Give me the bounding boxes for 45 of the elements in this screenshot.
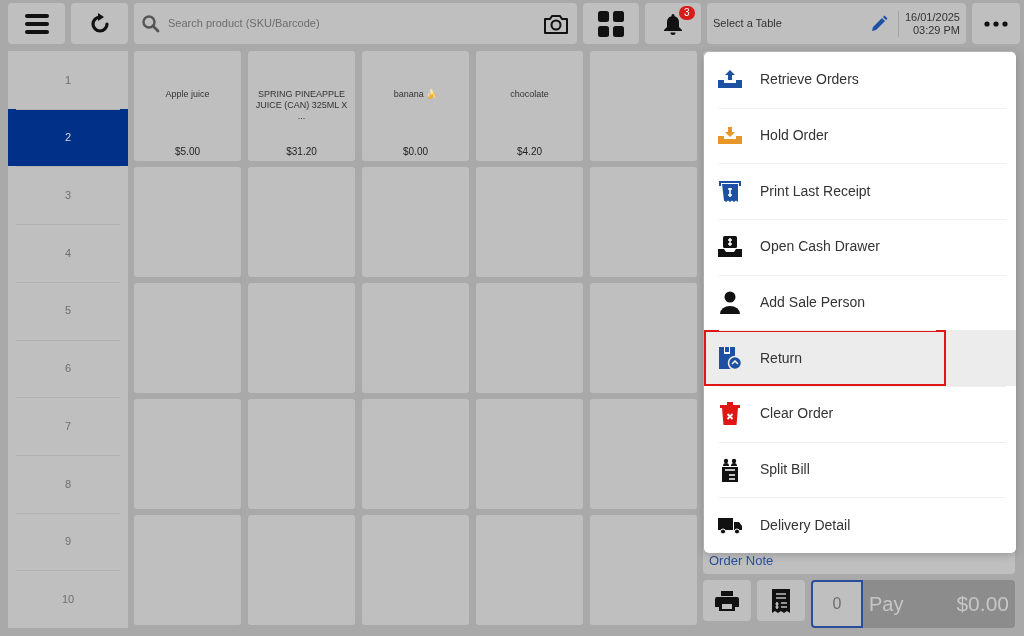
box-return-icon [718, 346, 742, 371]
pencil-icon [869, 14, 888, 33]
menu-icon [24, 13, 49, 34]
notifications-button[interactable]: 3 [645, 3, 701, 44]
empty-tile[interactable] [590, 51, 697, 161]
camera-icon [543, 12, 569, 35]
notification-count: 3 [679, 6, 695, 20]
more-button[interactable] [972, 3, 1020, 44]
menu-item[interactable]: Open Cash Drawer [704, 219, 1016, 275]
cash-drawer-icon [718, 234, 742, 259]
product-tile[interactable]: chocolate $4.20 [476, 51, 583, 161]
receipt-button[interactable] [757, 580, 805, 621]
bell-icon [663, 12, 683, 35]
empty-tile[interactable] [590, 399, 697, 509]
empty-tile[interactable] [590, 167, 697, 277]
menu-item[interactable]: Hold Order [704, 107, 1016, 164]
empty-tile[interactable] [590, 283, 697, 393]
menu-item[interactable]: Add Sale Person [704, 274, 1016, 331]
search-icon [142, 14, 160, 33]
page-tab[interactable]: 2 [8, 108, 128, 167]
receipt-icon [771, 587, 791, 614]
product-tile[interactable]: Apple juice $5.00 [134, 51, 241, 161]
menu-item[interactable]: Print Last Receipt [704, 163, 1016, 219]
menu-item[interactable]: Retrieve Orders [704, 52, 1016, 108]
person-icon [718, 290, 742, 315]
product-tile[interactable]: SPRING PINEAPPLE JUICE (CAN) 325ML X ... $31.20 [248, 51, 355, 161]
refresh-icon [88, 12, 111, 35]
more-icon [984, 20, 1008, 27]
grid-icon [598, 10, 624, 37]
print-button[interactable] [703, 580, 751, 621]
date-text: 16/01/2025 [904, 10, 960, 24]
search-bar[interactable]: Search product (SKU/Barcode) [134, 3, 577, 44]
search-field[interactable]: Search product (SKU/Barcode) [166, 3, 537, 44]
refresh-button[interactable] [71, 3, 128, 44]
empty-tile[interactable] [590, 515, 697, 625]
printer-icon [715, 589, 739, 612]
grid-view-button[interactable] [583, 3, 639, 44]
menu-item[interactable]: Clear Order [704, 386, 1016, 442]
table-selector[interactable]: Select a Table [707, 3, 898, 44]
trash-icon [718, 401, 742, 426]
menu-item[interactable]: Split Bill [704, 441, 1016, 498]
receipt-icon [718, 179, 742, 204]
menu-button[interactable] [8, 3, 65, 44]
product-tile[interactable]: banana 🍌 $0.00 [362, 51, 469, 161]
time-text: 03:29 PM [911, 23, 960, 37]
